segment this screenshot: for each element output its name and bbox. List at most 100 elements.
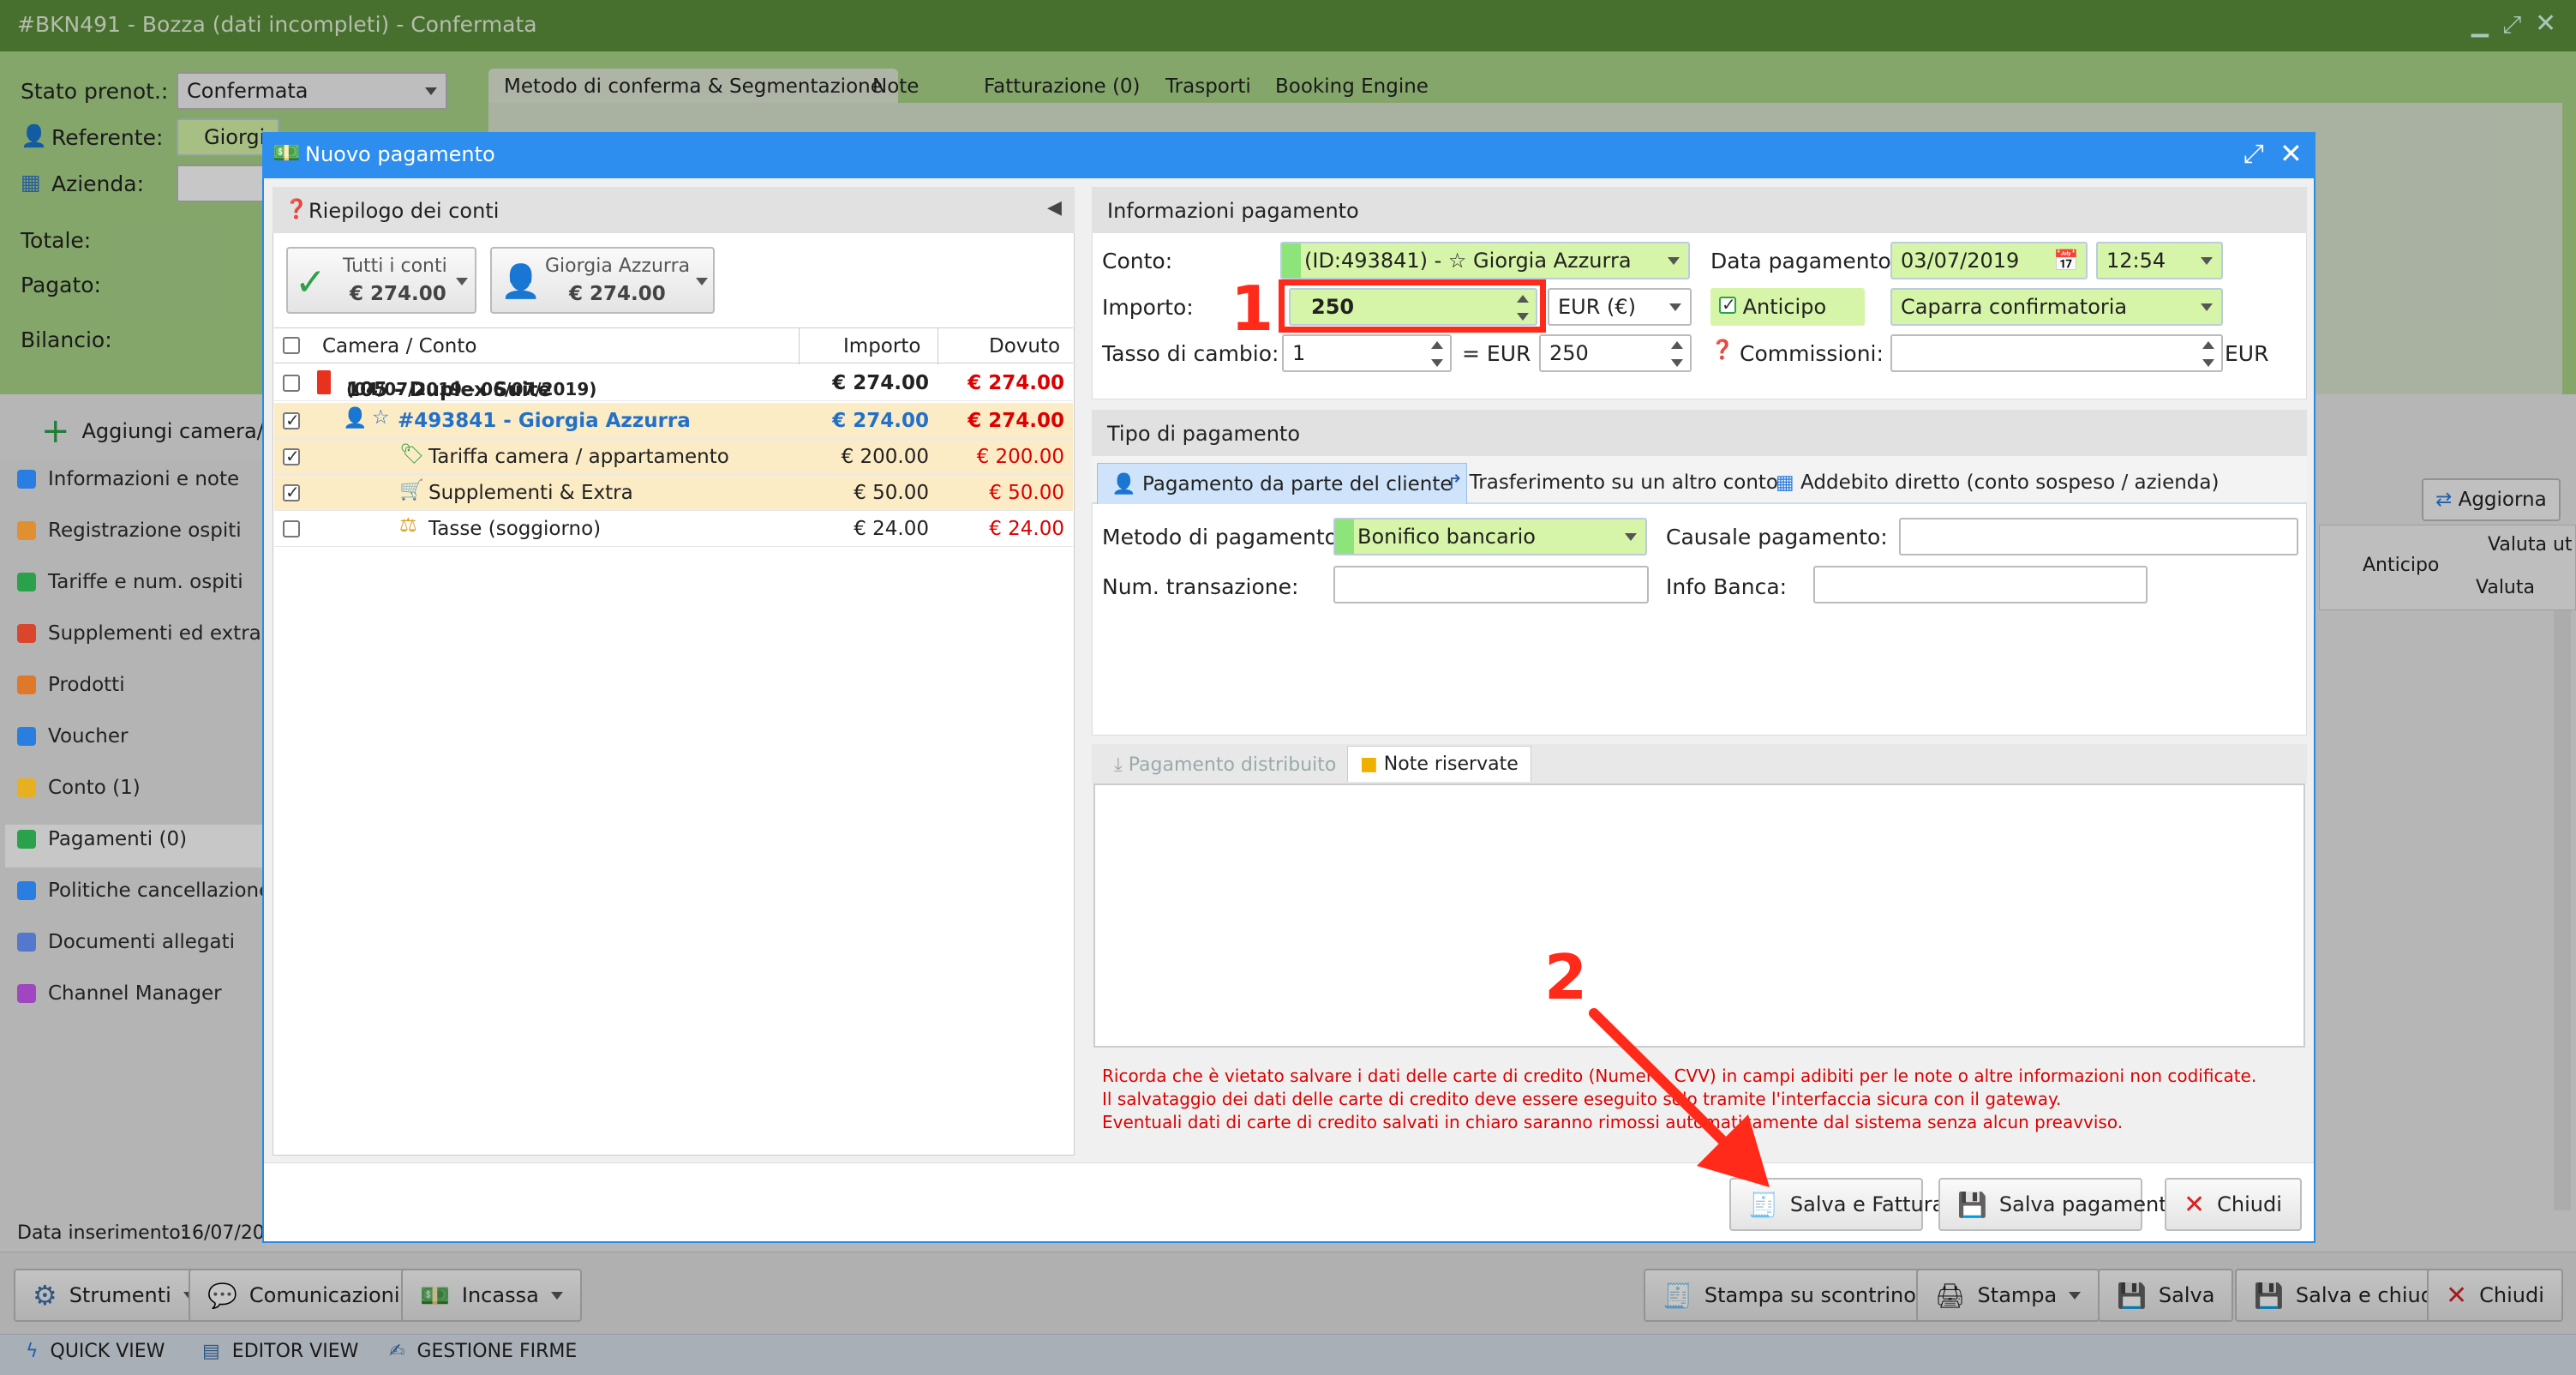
user-icon: 👤 [500, 262, 542, 300]
collapse-left-icon[interactable]: ◀ [1047, 197, 1062, 219]
chiudi-dialog-button[interactable]: ✕ Chiudi [2165, 1178, 2302, 1231]
annotation-step-1: 1 [1231, 273, 1274, 345]
salva-pagamento-button[interactable]: 💾 Salva pagamento [1938, 1178, 2179, 1231]
select-all-checkbox[interactable] [283, 337, 300, 354]
num-transazione-label: Num. transazione: [1102, 574, 1299, 599]
table-row[interactable]: 🏷 Tariffa camera / appartamento € 200.00… [274, 439, 1073, 475]
data-pagamento-field[interactable]: 03/07/2019 📅 [1890, 242, 2088, 279]
green-stripe [1282, 243, 1301, 278]
sidebar-item-label: Prodotti [48, 674, 125, 696]
sidebar-item-icon [17, 984, 36, 1003]
sidebar-item-icon [17, 727, 36, 746]
row-name: Tasse (soggiorno) [428, 518, 602, 540]
stepper-icon[interactable] [2202, 341, 2214, 367]
sidebar-item-icon [17, 470, 36, 489]
sidebar-item-label: Politiche cancellazione [48, 880, 272, 902]
row-checkbox[interactable] [283, 446, 300, 466]
conto-guest-button[interactable]: 👤 Giorgia Azzurra € 274.00 [490, 247, 715, 314]
room-icon [317, 370, 331, 394]
commissioni-field[interactable] [1890, 334, 2223, 372]
table-row[interactable]: ⚖ Tasse (soggiorno) € 24.00 € 24.00 [274, 511, 1073, 547]
stepper-icon[interactable] [1431, 341, 1443, 367]
sidebar-item-icon [17, 881, 36, 900]
sidebar-item[interactable]: Conto (1) [17, 777, 141, 799]
sidebar-item-label: Supplementi ed extra [48, 622, 261, 645]
currency-select[interactable]: EUR (€) [1548, 288, 1692, 326]
sidebar-item-icon [17, 624, 36, 643]
metodo-select[interactable]: Bonifico bancario [1333, 518, 1647, 555]
sidebar-item-label: Conto (1) [48, 777, 141, 799]
row-name: Tariffa camera / appartamento [428, 446, 729, 468]
note-icon: ■ [1360, 754, 1378, 775]
tab-pagamento-cliente[interactable]: 👤 Pagamento da parte del cliente [1097, 463, 1467, 504]
row-checkbox[interactable] [283, 375, 300, 392]
green-stripe [1335, 519, 1354, 554]
check-icon: ✓ [295, 261, 326, 304]
sidebar-item[interactable]: Channel Manager [17, 982, 222, 1005]
sidebar-item[interactable]: Registrazione ospiti [17, 519, 242, 542]
stepper-icon[interactable] [1671, 341, 1683, 367]
row-checkbox[interactable] [283, 410, 300, 430]
table-row[interactable]: 👤 ☆ #493841 - Giorgia Azzurra € 274.00 €… [274, 403, 1073, 439]
sidebar-item-label: Documenti allegati [48, 931, 235, 953]
row-checkbox[interactable] [283, 482, 300, 502]
sidebar-item-label: Informazioni e note [48, 468, 240, 490]
tab-note-riservate[interactable]: ■ Note riservate [1347, 746, 1531, 782]
table-row[interactable]: 🛒 Supplementi & Extra € 50.00 € 50.00 [274, 475, 1073, 511]
tipo-pagamento-header: Tipo di pagamento [1092, 410, 2307, 456]
row-checkbox[interactable] [283, 520, 300, 537]
importo-label: Importo: [1102, 295, 1194, 320]
info-pagamento-title: Informazioni pagamento [1107, 199, 1359, 223]
sidebar-item-label: Pagamenti (0) [48, 828, 188, 850]
cart-icon: 🛒 [399, 479, 424, 501]
user-icon: 👤 [343, 407, 368, 429]
help-icon: ❓ [285, 199, 309, 220]
sidebar-item[interactable]: Politiche cancellazione [17, 880, 271, 902]
conto-all-button[interactable]: ✓ Tutti i conti € 274.00 [286, 247, 476, 314]
sidebar-item[interactable]: Voucher [17, 725, 128, 748]
conto-guest-label: Giorgia Azzurra [545, 255, 691, 277]
dialog-close-icon[interactable]: ✕ [2279, 137, 2303, 170]
time-field[interactable]: 12:54 [2096, 242, 2223, 279]
tasso-field[interactable]: 1 [1282, 334, 1452, 372]
sidebar-item[interactable]: Tariffe e num. ospiti [17, 571, 243, 593]
info-pagamento-header: Informazioni pagamento [1092, 187, 2307, 233]
conto-guest-amount: € 274.00 [569, 283, 666, 305]
redirect-icon: ↱ [1447, 471, 1464, 494]
table-row[interactable]: 105 - Duplex Suite (04/07/2019 - 06/07/2… [274, 365, 1073, 401]
tasso-result-field[interactable]: 250 [1539, 334, 1692, 372]
causale-field[interactable] [1899, 518, 2298, 555]
tab-addebito-diretto[interactable]: ▦ Addebito diretto (conto sospeso / azie… [1762, 463, 2232, 504]
expand-icon[interactable]: ⤢ [2244, 139, 2264, 169]
conto-all-amount: € 274.00 [350, 283, 446, 305]
sidebar-item-icon [17, 830, 36, 849]
data-pagamento-label: Data pagamento: [1710, 249, 1899, 273]
conto-all-label: Tutti i conti [343, 255, 447, 277]
anticipo-checkbox[interactable]: Anticipo [1710, 288, 1865, 326]
chevron-down-icon[interactable] [456, 278, 468, 285]
col-camera-conto: Camera / Conto [322, 335, 477, 357]
sidebar-item[interactable]: Supplementi ed extra [17, 622, 261, 645]
info-banca-field[interactable] [1813, 566, 2148, 603]
calendar-icon[interactable]: 📅 [2053, 249, 2079, 273]
tipo-pagamento-title: Tipo di pagamento [1107, 422, 1300, 446]
conto-select[interactable]: (ID:493841) - ☆ Giorgia Azzurra [1280, 242, 1690, 279]
sidebar-item-icon [17, 933, 36, 952]
tab-trasferimento[interactable]: ↱ Trasferimento su un altro conto [1433, 463, 1792, 504]
anticipo-type-select[interactable]: Caparra confirmatoria [1890, 288, 2223, 326]
col-divider [799, 328, 800, 364]
row-importo: € 24.00 [854, 518, 929, 540]
sidebar-item[interactable]: Documenti allegati [17, 931, 235, 953]
tab-pagamento-distribuito[interactable]: ⤓ Pagamento distribuito [1105, 749, 1345, 781]
sidebar-item-icon [17, 778, 36, 797]
sidebar-item[interactable]: Informazioni e note [17, 468, 239, 490]
row-dovuto: € 274.00 [967, 372, 1064, 394]
star-icon: ☆ [372, 406, 390, 429]
col-importo: Importo [843, 335, 921, 357]
sidebar-item[interactable]: Prodotti [17, 674, 125, 696]
user-icon: 👤 [1111, 473, 1136, 495]
floppy-icon: 💾 [1957, 1190, 1987, 1219]
num-transazione-field[interactable] [1333, 566, 1649, 603]
sidebar-item[interactable]: Pagamenti (0) [17, 828, 187, 850]
chevron-down-icon[interactable] [696, 278, 708, 285]
